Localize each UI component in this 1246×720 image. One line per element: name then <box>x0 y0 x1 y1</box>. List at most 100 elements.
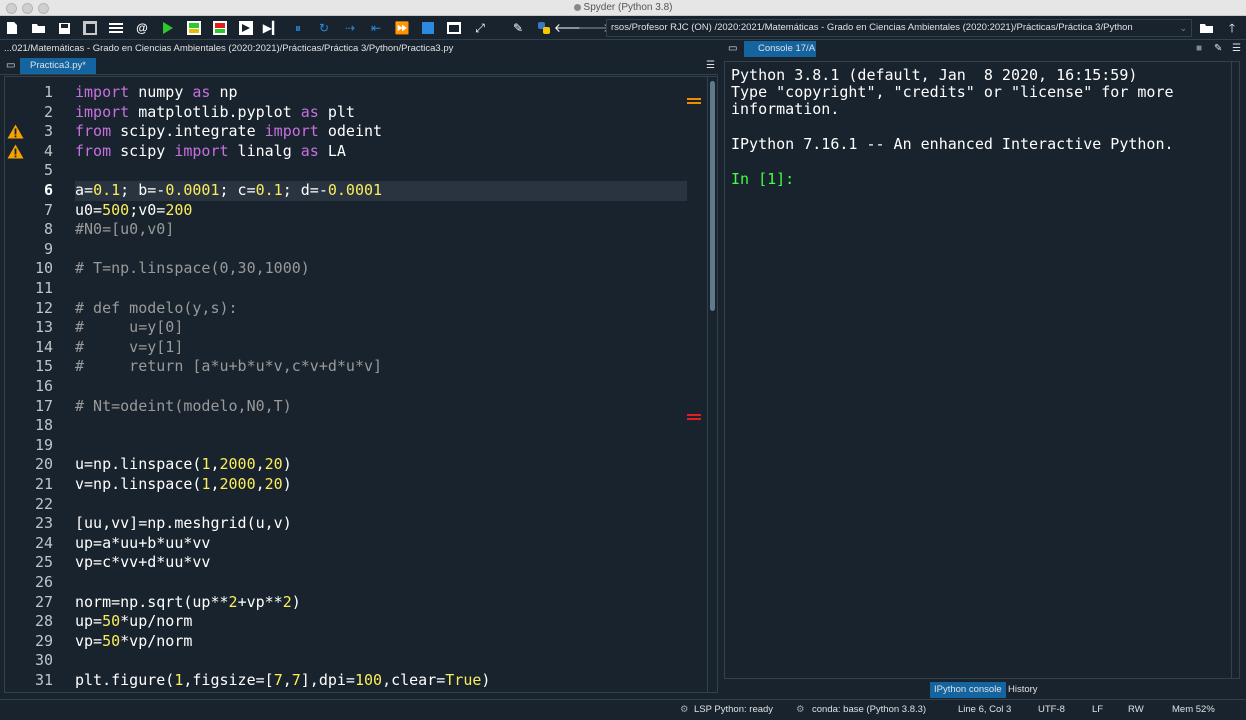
open-file-icon[interactable] <box>30 20 46 36</box>
preferences-icon[interactable]: ✎ <box>510 20 526 36</box>
conda-env[interactable]: conda: base (Python 3.8.3) <box>812 704 926 715</box>
code-line[interactable]: vp=50*vp/norm <box>75 632 687 652</box>
code-line[interactable] <box>75 377 687 397</box>
ipython-console[interactable]: Python 3.8.1 (default, Jan 8 2020, 16:15… <box>724 61 1240 679</box>
code-line[interactable]: from scipy.integrate import odeint <box>75 122 687 142</box>
working-directory-field[interactable]: rsos/Profesor RJC (ON) /2020:2021/Matemá… <box>606 19 1192 37</box>
run-cell-advance-icon[interactable] <box>212 20 228 36</box>
run-icon[interactable] <box>160 20 176 36</box>
maximize-pane-icon[interactable] <box>446 20 462 36</box>
step-return-icon[interactable]: ⇤ <box>368 20 384 36</box>
save-icon[interactable] <box>56 20 72 36</box>
editor-scroll-thumb[interactable] <box>710 81 715 311</box>
line-number: 5 <box>43 161 53 180</box>
browse-console-tabs-icon[interactable]: ▭ <box>728 41 737 57</box>
tab-ipython-console[interactable]: IPython console <box>930 682 1006 698</box>
browse-tabs-icon[interactable]: ▭ <box>6 58 15 74</box>
code-line[interactable] <box>75 495 687 515</box>
debug-icon[interactable]: ▶▎ <box>263 20 281 36</box>
forward-icon[interactable]: 🡒 <box>578 20 610 36</box>
code-line[interactable]: # Nt=odeint(modelo,N0,T) <box>75 397 687 417</box>
warning-icon[interactable] <box>7 124 24 139</box>
code-line[interactable] <box>75 436 687 456</box>
window-title-text: Spyder (Python 3.8) <box>583 2 673 13</box>
editor-scrollbar[interactable] <box>707 77 717 692</box>
edit-console-icon[interactable]: ✎ <box>1214 41 1222 57</box>
code-line[interactable]: # v=y[1] <box>75 338 687 358</box>
chevron-down-icon[interactable]: ⌄ <box>1179 20 1187 36</box>
line-number: 21 <box>34 475 53 493</box>
line-endings: LF <box>1092 704 1104 715</box>
line-number: 28 <box>34 612 53 631</box>
python-path-icon[interactable] <box>536 20 552 36</box>
code-line[interactable] <box>75 651 687 671</box>
code-line[interactable]: #N0=[u0,v0] <box>75 220 687 240</box>
stop-kernel-icon[interactable]: ■ <box>1196 41 1202 57</box>
code-line[interactable]: a=0.1; b=-0.0001; c=0.1; d=-0.0001 <box>75 181 687 201</box>
step-out-icon[interactable]: ⇢ <box>342 20 358 36</box>
code-line[interactable] <box>75 240 687 260</box>
code-line[interactable]: norm=np.sqrt(up**2+vp**2) <box>75 593 687 613</box>
run-selection-icon[interactable] <box>238 20 254 36</box>
spyder-logo-icon <box>573 4 581 11</box>
error-marker[interactable] <box>687 418 701 420</box>
code-line[interactable] <box>75 416 687 436</box>
line-number: 23 <box>34 514 53 533</box>
lsp-status[interactable]: LSP Python: ready <box>694 704 773 715</box>
code-line[interactable] <box>75 279 687 299</box>
window-titlebar: Spyder (Python 3.8) <box>0 0 1246 16</box>
code-editor[interactable]: 1 2 3 4 5 6 7 8 9 10 11 12 13 14 15 16 17 18 19 20 21 22 23 24 2… <box>4 76 718 693</box>
code-line[interactable]: # return [a*u+b*u*v,c*v+d*u*v] <box>75 357 687 377</box>
conda-env-icon: ⚙ <box>796 704 805 715</box>
file-permissions: RW <box>1128 704 1144 715</box>
tab-console[interactable]: Console 17/A <box>744 41 816 57</box>
line-number: 26 <box>34 573 53 591</box>
code-line[interactable]: import matplotlib.pyplot as plt <box>75 103 687 123</box>
console-line: IPython 7.16.1 -- An enhanced Interactiv… <box>731 135 1174 153</box>
error-marker[interactable] <box>687 414 701 416</box>
new-file-icon[interactable] <box>4 20 20 36</box>
code-line[interactable]: u0=500;v0=200 <box>75 201 687 221</box>
code-line[interactable]: vp=c*vv+d*uu*vv <box>75 553 687 573</box>
tab-practica3[interactable]: Practica3.py* <box>20 58 96 74</box>
code-line[interactable]: up=a*uu+b*uu*vv <box>75 534 687 554</box>
warning-marker[interactable] <box>687 102 701 104</box>
code-line[interactable]: [uu,vv]=np.meshgrid(u,v) <box>75 514 687 534</box>
at-sign-icon[interactable]: @ <box>134 20 150 36</box>
line-number: 12 <box>34 298 53 317</box>
run-cell-icon[interactable] <box>186 20 202 36</box>
line-number: 15 <box>34 357 53 376</box>
status-bar: ⚙ LSP Python: ready ⚙ conda: base (Pytho… <box>0 699 1246 720</box>
code-line[interactable]: plt.figure(1,figsize=[7,7],dpi=100,clear… <box>75 671 687 691</box>
editor-options-icon[interactable]: ☰ <box>706 58 715 74</box>
browse-folder-icon[interactable] <box>1198 20 1214 36</box>
tab-history[interactable]: History <box>1004 682 1042 698</box>
continue-icon[interactable]: ⏩ <box>394 20 410 36</box>
code-line[interactable]: import numpy as np <box>75 83 687 103</box>
line-number: 27 <box>34 592 53 611</box>
warning-icon[interactable] <box>7 144 24 159</box>
console-options-icon[interactable]: ☰ <box>1232 41 1241 57</box>
code-line[interactable]: v=np.linspace(1,2000,20) <box>75 475 687 495</box>
line-number: 30 <box>34 651 53 670</box>
warning-marker[interactable] <box>687 98 701 100</box>
code-line[interactable]: # u=y[0] <box>75 318 687 338</box>
code-line[interactable]: # def modelo(y,s): <box>75 299 687 319</box>
code-line[interactable]: from scipy import linalg as LA <box>75 142 687 162</box>
code-line[interactable]: # T=np.linspace(0,30,1000) <box>75 259 687 279</box>
console-prompt: In [1]: <box>731 170 795 188</box>
outline-icon[interactable] <box>108 20 124 36</box>
step-into-icon[interactable]: ↻ <box>316 20 332 36</box>
code-line[interactable] <box>75 573 687 593</box>
code-line[interactable] <box>75 161 687 181</box>
step-icon[interactable]: ⏸ <box>290 20 306 36</box>
fullscreen-icon[interactable]: ⤢ <box>472 20 488 36</box>
stop-icon[interactable] <box>420 20 436 36</box>
code-line[interactable]: up=50*up/norm <box>75 612 687 632</box>
parent-directory-icon[interactable]: 🡑 <box>1224 20 1240 36</box>
code-line[interactable]: u=np.linspace(1,2000,20) <box>75 455 687 475</box>
back-icon[interactable]: 🡐 <box>554 20 586 36</box>
line-number: 19 <box>34 435 53 454</box>
save-all-icon[interactable] <box>82 20 98 36</box>
console-scrollbar[interactable] <box>1231 62 1239 678</box>
